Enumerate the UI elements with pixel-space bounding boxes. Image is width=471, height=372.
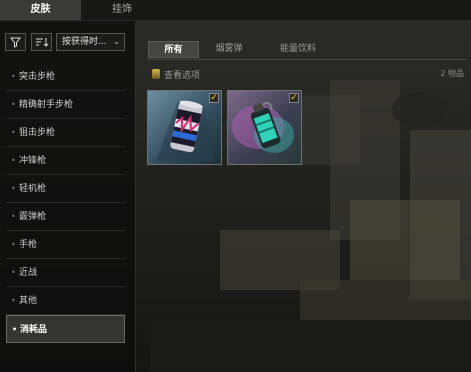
sidebar-item-smg[interactable]: • 冲锋枪	[6, 147, 125, 175]
options-icon	[152, 69, 160, 79]
sidebar-item-dmr[interactable]: • 精确射手步枪	[6, 91, 125, 119]
subtab-divider	[148, 59, 466, 60]
sort-order-button[interactable]	[31, 33, 52, 51]
tab-charms[interactable]: 挂饰	[81, 0, 163, 20]
sidebar-item-lmg[interactable]: • 轻机枪	[6, 175, 125, 203]
bullet-icon: •	[11, 212, 16, 221]
sidebar-item-assault-rifle[interactable]: • 突击步枪	[6, 63, 125, 91]
view-options-label: 查看选项	[164, 71, 201, 81]
item-card-energy-drink[interactable]: ✓	[147, 90, 222, 165]
sort-order-icon	[36, 38, 49, 47]
sidebar-item-other[interactable]: • 其他	[6, 287, 125, 315]
bullet-icon: •	[11, 184, 16, 193]
sidebar-item-sniper-rifle[interactable]: • 狙击步枪	[6, 119, 125, 147]
sort-dropdown[interactable]: 按获得时... ⌄	[56, 33, 125, 51]
bullet-icon: •	[11, 296, 16, 305]
sort-label: 按获得时...	[62, 37, 107, 47]
funnel-icon	[9, 37, 22, 48]
bullet-icon: •	[11, 72, 16, 81]
top-tab-bar: 皮肤 挂饰	[0, 0, 471, 21]
category-list: • 突击步枪 • 精确射手步枪 • 狙击步枪 • 冲锋枪 • 轻机枪 • 霰弹枪 • 手枪 •…	[0, 63, 135, 343]
bullet-icon: •	[11, 100, 16, 109]
bullet-icon: •	[11, 156, 16, 165]
subtab-smoke-grenade[interactable]: 烟雾弹	[202, 41, 256, 58]
item-count: 2 物品	[440, 69, 464, 78]
category-sidebar: 按获得时... ⌄ • 突击步枪 • 精确射手步枪 • 狙击步枪 • 冲锋枪 • 轻机枪 …	[0, 21, 136, 372]
filter-button[interactable]	[5, 33, 26, 51]
bullet-icon: •	[11, 268, 16, 277]
item-panel: 所有 烟雾弹 能量饮料 查看选项 2 物品 ✓ ✓	[136, 21, 471, 372]
equipped-check-icon: ✓	[209, 93, 219, 103]
bullet-icon: •	[11, 240, 16, 249]
sidebar-item-melee[interactable]: • 近战	[6, 259, 125, 287]
sidebar-item-shotgun[interactable]: • 霰弹枪	[6, 203, 125, 231]
bullet-icon: •	[11, 128, 16, 137]
tab-skins[interactable]: 皮肤	[0, 0, 81, 20]
bullet-icon: •	[12, 325, 18, 334]
sidebar-item-pistol[interactable]: • 手枪	[6, 231, 125, 259]
subtab-all[interactable]: 所有	[148, 41, 199, 58]
view-options-button[interactable]: 查看选项	[152, 68, 200, 81]
equipped-check-icon: ✓	[289, 93, 299, 103]
chevron-down-icon: ⌄	[113, 37, 120, 46]
item-card-smoke-grenade[interactable]: ✓	[227, 90, 302, 165]
subtab-energy-drink[interactable]: 能量饮料	[266, 41, 330, 58]
sidebar-item-consumables[interactable]: • 消耗品	[6, 315, 125, 343]
